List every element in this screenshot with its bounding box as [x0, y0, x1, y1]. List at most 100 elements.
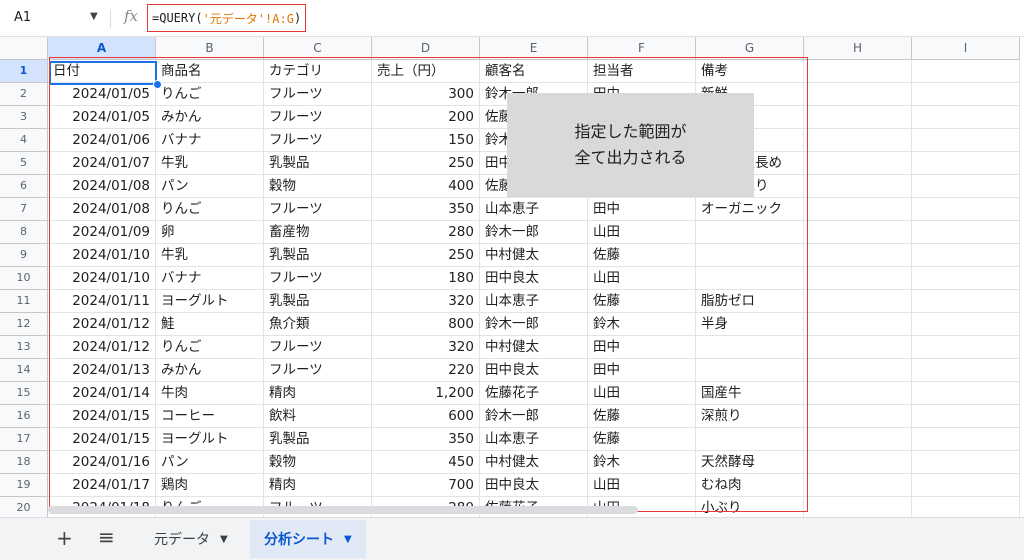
table-cell[interactable]: 卵 [156, 221, 264, 244]
row-header[interactable]: 15 [0, 382, 48, 405]
row-header[interactable]: 2 [0, 83, 48, 106]
table-cell[interactable] [912, 175, 1020, 198]
table-cell[interactable]: 深煎り [696, 405, 804, 428]
table-cell[interactable]: 2024/01/09 [48, 221, 156, 244]
table-cell[interactable] [912, 290, 1020, 313]
table-cell[interactable]: 田中良太 [480, 474, 588, 497]
table-cell[interactable]: パン [156, 451, 264, 474]
table-cell[interactable] [912, 83, 1020, 106]
table-cell[interactable]: フルーツ [264, 83, 372, 106]
table-cell[interactable] [804, 359, 912, 382]
table-cell[interactable]: 2024/01/15 [48, 405, 156, 428]
chevron-down-icon[interactable]: ▼ [90, 11, 98, 22]
table-cell[interactable] [804, 336, 912, 359]
table-cell[interactable]: バナナ [156, 267, 264, 290]
table-cell[interactable]: 佐藤 [588, 244, 696, 267]
horizontal-scrollbar[interactable] [48, 506, 638, 514]
table-cell[interactable]: 2024/01/11 [48, 290, 156, 313]
table-cell[interactable] [804, 129, 912, 152]
table-cell[interactable] [804, 83, 912, 106]
add-sheet-button[interactable]: + [56, 526, 73, 550]
row-header[interactable]: 1 [0, 60, 48, 83]
table-cell[interactable]: 佐藤 [588, 405, 696, 428]
table-cell[interactable] [912, 474, 1020, 497]
table-cell[interactable]: 400 [372, 175, 480, 198]
table-cell[interactable]: 佐藤花子 [480, 382, 588, 405]
formula-input[interactable]: =QUERY('元データ'!A:G) [147, 4, 307, 32]
table-cell[interactable] [804, 267, 912, 290]
table-cell[interactable]: 国産牛 [696, 382, 804, 405]
table-cell[interactable]: フルーツ [264, 129, 372, 152]
table-cell[interactable]: 乳製品 [264, 428, 372, 451]
table-cell[interactable]: 2024/01/05 [48, 83, 156, 106]
table-cell[interactable]: フルーツ [264, 359, 372, 382]
table-cell[interactable]: 牛乳 [156, 244, 264, 267]
chevron-down-icon[interactable]: ▼ [220, 534, 228, 545]
table-cell[interactable]: 2024/01/17 [48, 474, 156, 497]
table-cell[interactable] [804, 175, 912, 198]
table-cell[interactable] [912, 405, 1020, 428]
table-cell[interactable]: 佐藤 [588, 428, 696, 451]
name-box[interactable]: A1 [14, 10, 31, 25]
table-cell[interactable]: 鈴木一郎 [480, 221, 588, 244]
column-header-h[interactable]: H [804, 37, 912, 60]
row-header[interactable]: 4 [0, 129, 48, 152]
table-cell[interactable] [804, 474, 912, 497]
chevron-down-icon[interactable]: ▼ [344, 534, 352, 545]
table-cell[interactable]: 田中良太 [480, 267, 588, 290]
table-cell[interactable]: 180 [372, 267, 480, 290]
table-cell[interactable]: 2024/01/10 [48, 244, 156, 267]
column-header-a[interactable]: A [48, 37, 156, 60]
table-cell[interactable]: 200 [372, 106, 480, 129]
table-cell[interactable]: 穀物 [264, 451, 372, 474]
table-cell[interactable] [912, 267, 1020, 290]
table-cell[interactable]: 250 [372, 152, 480, 175]
column-header-e[interactable]: E [480, 37, 588, 60]
table-cell[interactable] [912, 152, 1020, 175]
table-cell[interactable]: りんご [156, 336, 264, 359]
table-cell[interactable]: 2024/01/05 [48, 106, 156, 129]
table-cell[interactable]: 鈴木一郎 [480, 313, 588, 336]
row-header[interactable]: 10 [0, 267, 48, 290]
table-cell[interactable]: 山田 [588, 382, 696, 405]
table-cell[interactable]: 山田 [588, 267, 696, 290]
table-cell[interactable] [804, 244, 912, 267]
table-cell[interactable] [804, 451, 912, 474]
table-cell[interactable]: 半身 [696, 313, 804, 336]
row-header[interactable]: 17 [0, 428, 48, 451]
table-cell[interactable]: パン [156, 175, 264, 198]
table-cell[interactable]: 精肉 [264, 474, 372, 497]
table-cell[interactable]: 飲料 [264, 405, 372, 428]
table-cell[interactable]: 乳製品 [264, 244, 372, 267]
table-cell[interactable]: みかん [156, 106, 264, 129]
table-cell[interactable]: 田中良太 [480, 359, 588, 382]
table-cell[interactable]: ヨーグルト [156, 290, 264, 313]
table-cell[interactable] [804, 221, 912, 244]
table-cell[interactable]: 田中 [588, 359, 696, 382]
table-cell[interactable] [804, 405, 912, 428]
table-cell[interactable]: 商品名 [156, 60, 264, 83]
table-cell[interactable]: 2024/01/08 [48, 175, 156, 198]
table-cell[interactable] [912, 382, 1020, 405]
table-cell[interactable]: 売上（円） [372, 60, 480, 83]
table-cell[interactable]: フルーツ [264, 336, 372, 359]
table-cell[interactable]: 2024/01/12 [48, 313, 156, 336]
table-cell[interactable]: 備考 [696, 60, 804, 83]
table-cell[interactable] [804, 152, 912, 175]
table-cell[interactable]: フルーツ [264, 267, 372, 290]
table-cell[interactable]: 乳製品 [264, 152, 372, 175]
table-cell[interactable]: 精肉 [264, 382, 372, 405]
table-cell[interactable]: 田中 [588, 198, 696, 221]
table-cell[interactable]: 600 [372, 405, 480, 428]
table-cell[interactable] [912, 313, 1020, 336]
table-cell[interactable]: 2024/01/13 [48, 359, 156, 382]
table-cell[interactable]: りんご [156, 83, 264, 106]
column-header-c[interactable]: C [264, 37, 372, 60]
table-cell[interactable]: 畜産物 [264, 221, 372, 244]
table-cell[interactable]: 担当者 [588, 60, 696, 83]
table-cell[interactable]: 天然酵母 [696, 451, 804, 474]
table-cell[interactable] [696, 221, 804, 244]
row-header[interactable]: 5 [0, 152, 48, 175]
tab-source-data[interactable]: 元データ ▼ [140, 520, 242, 558]
fill-handle[interactable] [153, 80, 162, 89]
